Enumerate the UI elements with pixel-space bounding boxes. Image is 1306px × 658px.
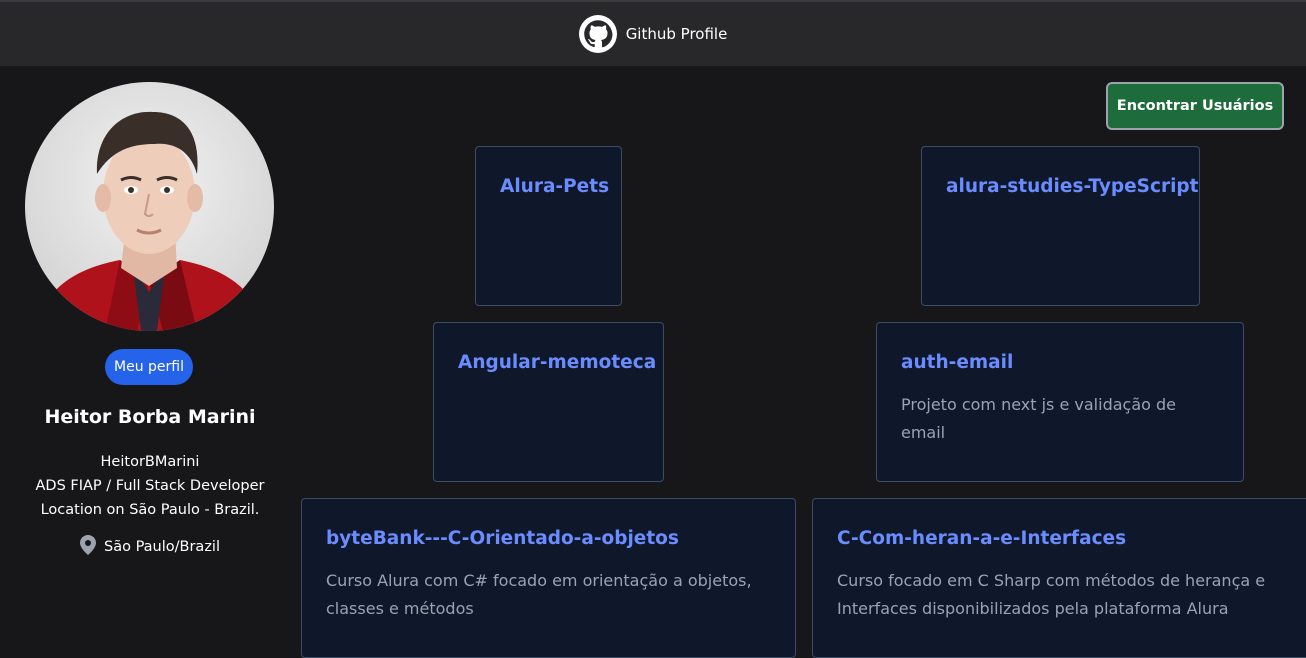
top-bar: Github Profile (0, 0, 1306, 66)
repo-title[interactable]: C-Com-heran-a-e-Interfaces (837, 527, 1287, 551)
repo-description: Curso focado em C Sharp com métodos de h… (837, 571, 1266, 618)
repo-card[interactable]: Angular-memoteca (433, 322, 664, 482)
brand-link[interactable]: Github Profile (578, 15, 728, 53)
repo-card[interactable]: Alura-Pets (475, 146, 622, 306)
repo-title[interactable]: byteBank---C-Orientado-a-objetos (326, 527, 771, 551)
repo-description: Projeto com next js e validação de email (901, 395, 1177, 442)
repo-description: Curso Alura com C# focado em orientação … (326, 571, 752, 618)
profile-sidebar: Meu perfil Heitor Borba Marini HeitorBMa… (0, 66, 300, 648)
github-icon (578, 15, 617, 53)
user-name: Heitor Borba Marini (44, 406, 256, 428)
avatar (25, 82, 274, 331)
bio-block: HeitorBMarini ADS FIAP / Full Stack Deve… (0, 450, 300, 522)
repo-card[interactable]: byteBank---C-Orientado-a-objetos Curso A… (301, 498, 796, 658)
repo-title[interactable]: Angular-memoteca (458, 351, 656, 375)
app-title: Github Profile (625, 25, 728, 43)
username: HeitorBMarini (100, 454, 200, 470)
repo-card[interactable]: auth-email Projeto com next js e validaç… (876, 322, 1244, 482)
repo-title[interactable]: Alura-Pets (500, 175, 609, 199)
my-profile-button[interactable]: Meu perfil (105, 349, 193, 385)
location-note: Location on São Paulo - Brazil. (40, 502, 260, 518)
bio-text: ADS FIAP / Full Stack Developer (35, 478, 265, 494)
location-text: São Paulo/Brazil (104, 539, 220, 555)
repo-title[interactable]: alura-studies-TypeScript (946, 175, 1199, 199)
location: São Paulo/Brazil (0, 535, 300, 559)
repo-card[interactable]: alura-studies-TypeScript (921, 146, 1200, 306)
map-pin-icon (80, 535, 96, 559)
find-users-button[interactable]: Encontrar Usuários (1106, 82, 1284, 130)
repo-card[interactable]: C-Com-heran-a-e-Interfaces Curso focado … (812, 498, 1306, 658)
repo-title[interactable]: auth-email (901, 351, 1219, 375)
